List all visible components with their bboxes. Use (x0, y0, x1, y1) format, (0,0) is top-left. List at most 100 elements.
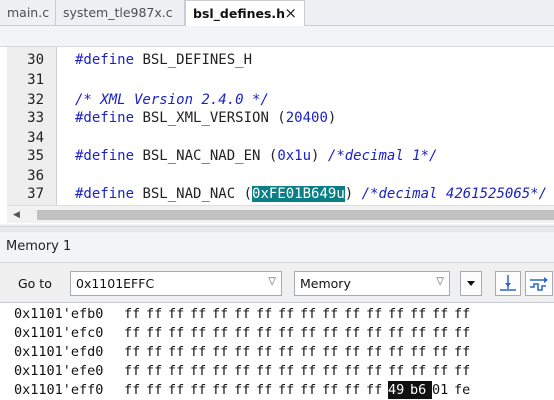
memory-byte[interactable]: ff (146, 381, 168, 399)
memory-byte[interactable]: ff (234, 324, 256, 342)
memory-row[interactable]: 0x1101'efd0 ff ff ff ff ff ff ff ff ff ff ff ff ff ff f… (14, 343, 476, 361)
memory-byte[interactable]: ff (300, 305, 322, 323)
memory-byte[interactable]: ff (432, 362, 454, 380)
memory-byte[interactable]: ff (366, 343, 388, 361)
memory-byte[interactable]: ff (212, 362, 234, 380)
memory-byte[interactable]: ff (256, 362, 278, 380)
memory-byte[interactable]: ff (410, 343, 432, 361)
memory-byte[interactable]: ff (344, 381, 366, 399)
memory-byte[interactable]: b6 (410, 381, 432, 399)
memory-byte[interactable]: ff (366, 381, 388, 399)
memory-byte[interactable]: ff (168, 324, 190, 342)
memory-byte[interactable]: ff (124, 324, 146, 342)
memory-byte[interactable]: ff (256, 343, 278, 361)
memory-byte[interactable]: ff (388, 362, 410, 380)
memory-byte[interactable]: ff (278, 381, 300, 399)
memory-byte[interactable]: ff (366, 305, 388, 323)
chevron-down-icon[interactable]: ▽ (436, 276, 444, 287)
scroll-left-icon[interactable]: ◀ (13, 210, 20, 220)
memory-byte[interactable]: ff (234, 381, 256, 399)
memory-byte[interactable]: ff (454, 362, 476, 380)
memory-byte[interactable]: ff (146, 324, 168, 342)
memory-byte[interactable]: ff (454, 324, 476, 342)
memory-byte[interactable]: ff (234, 362, 256, 380)
code-line[interactable]: #define BSL_NAD_NAC (0xFE01B649u) /*deci… (75, 186, 547, 202)
memory-byte[interactable]: ff (168, 305, 190, 323)
code-line[interactable]: #define BSL_DEFINES_H (75, 52, 252, 68)
scrollbar-thumb[interactable] (37, 210, 554, 220)
memory-byte[interactable]: ff (278, 362, 300, 380)
memory-byte[interactable]: ff (146, 343, 168, 361)
memory-byte[interactable]: ff (168, 343, 190, 361)
go-to-marker-button[interactable] (495, 271, 521, 296)
memory-byte[interactable]: ff (454, 343, 476, 361)
auto-refresh-button[interactable] (525, 271, 553, 296)
memory-byte[interactable]: ff (256, 324, 278, 342)
memory-byte[interactable]: ff (234, 305, 256, 323)
memory-byte[interactable]: ff (212, 343, 234, 361)
memory-byte[interactable]: ff (146, 362, 168, 380)
memory-byte[interactable]: ff (388, 324, 410, 342)
tab-bsl-defines-h[interactable]: bsl_defines.h × (185, 0, 305, 27)
memory-byte[interactable]: ff (234, 343, 256, 361)
memory-byte[interactable]: ff (278, 343, 300, 361)
memory-byte[interactable]: ff (212, 324, 234, 342)
memory-byte[interactable]: ff (410, 305, 432, 323)
memory-row[interactable]: 0x1101'efc0 ff ff ff ff ff ff ff ff ff ff ff ff ff ff f… (14, 324, 476, 342)
memory-byte[interactable]: ff (432, 305, 454, 323)
code-line[interactable]: /* XML Version 2.4.0 */ (75, 92, 269, 108)
memory-byte[interactable]: ff (124, 381, 146, 399)
memory-byte[interactable]: ff (190, 324, 212, 342)
memory-byte[interactable]: ff (168, 381, 190, 399)
memory-byte[interactable]: ff (300, 343, 322, 361)
memory-byte[interactable]: fe (454, 381, 476, 399)
dropdown-button[interactable] (460, 271, 482, 296)
memory-byte[interactable]: ff (366, 362, 388, 380)
memory-byte[interactable]: ff (190, 305, 212, 323)
memory-byte[interactable]: ff (300, 324, 322, 342)
memory-byte[interactable]: ff (322, 343, 344, 361)
address-input[interactable]: 0x1101EFFC (76, 276, 154, 291)
memory-byte[interactable]: ff (454, 305, 476, 323)
memory-row[interactable]: 0x1101'efe0 ff ff ff ff ff ff ff ff ff ff ff ff ff ff f… (14, 362, 476, 380)
memory-byte[interactable]: ff (322, 362, 344, 380)
memory-byte[interactable]: 49 (388, 381, 410, 399)
memory-byte[interactable]: ff (190, 343, 212, 361)
chevron-down-icon[interactable]: ▽ (268, 276, 276, 287)
memory-byte[interactable]: ff (278, 305, 300, 323)
memory-byte[interactable]: ff (278, 324, 300, 342)
memory-byte[interactable]: ff (300, 381, 322, 399)
memory-byte[interactable]: ff (300, 362, 322, 380)
tab-system-tle987x-c[interactable]: system_tle987x.c (56, 0, 185, 26)
address-combobox[interactable]: 0x1101EFFC ▽ (70, 271, 282, 296)
memory-byte[interactable]: ff (432, 343, 454, 361)
memory-byte[interactable]: ff (322, 305, 344, 323)
memory-byte[interactable]: 01 (432, 381, 454, 399)
memory-byte[interactable]: ff (124, 305, 146, 323)
panel-splitter[interactable] (0, 226, 554, 232)
memory-grid[interactable]: 0x1101'efb0 ff ff ff ff ff ff ff ff ff ff ff ff ff ff f… (0, 302, 554, 400)
memory-byte[interactable]: ff (322, 324, 344, 342)
memory-byte[interactable]: ff (388, 343, 410, 361)
code-editor[interactable]: 30 #define BSL_DEFINES_H 31 32 /* XML Versio… (0, 46, 554, 224)
memory-byte[interactable]: ff (124, 362, 146, 380)
code-line[interactable]: #define BSL_NAC_NAD_EN (0x1u) /*decimal … (75, 148, 437, 164)
memory-byte[interactable]: ff (322, 381, 344, 399)
code-line[interactable]: #define BSL_XML_VERSION (20400) (75, 110, 336, 126)
memory-row[interactable]: 0x1101'eff0 ff ff ff ff ff ff ff ff ff ff ff ff 49 b6 0… (14, 381, 476, 399)
memory-byte[interactable]: ff (344, 362, 366, 380)
memory-byte[interactable]: ff (212, 305, 234, 323)
horizontal-scrollbar[interactable]: ◀ (7, 205, 554, 223)
memory-byte[interactable]: ff (124, 343, 146, 361)
memory-byte[interactable]: ff (432, 324, 454, 342)
memory-byte[interactable]: ff (190, 381, 212, 399)
close-icon[interactable]: × (284, 1, 297, 26)
memory-byte[interactable]: ff (344, 305, 366, 323)
memory-row[interactable]: 0x1101'efb0 ff ff ff ff ff ff ff ff ff ff ff ff ff ff f… (14, 305, 476, 323)
memory-byte[interactable]: ff (168, 362, 190, 380)
memory-byte[interactable]: ff (410, 362, 432, 380)
memory-byte[interactable]: ff (344, 343, 366, 361)
memory-byte[interactable]: ff (388, 305, 410, 323)
memory-type-select[interactable]: Memory ▽ (294, 271, 450, 296)
memory-byte[interactable]: ff (344, 324, 366, 342)
